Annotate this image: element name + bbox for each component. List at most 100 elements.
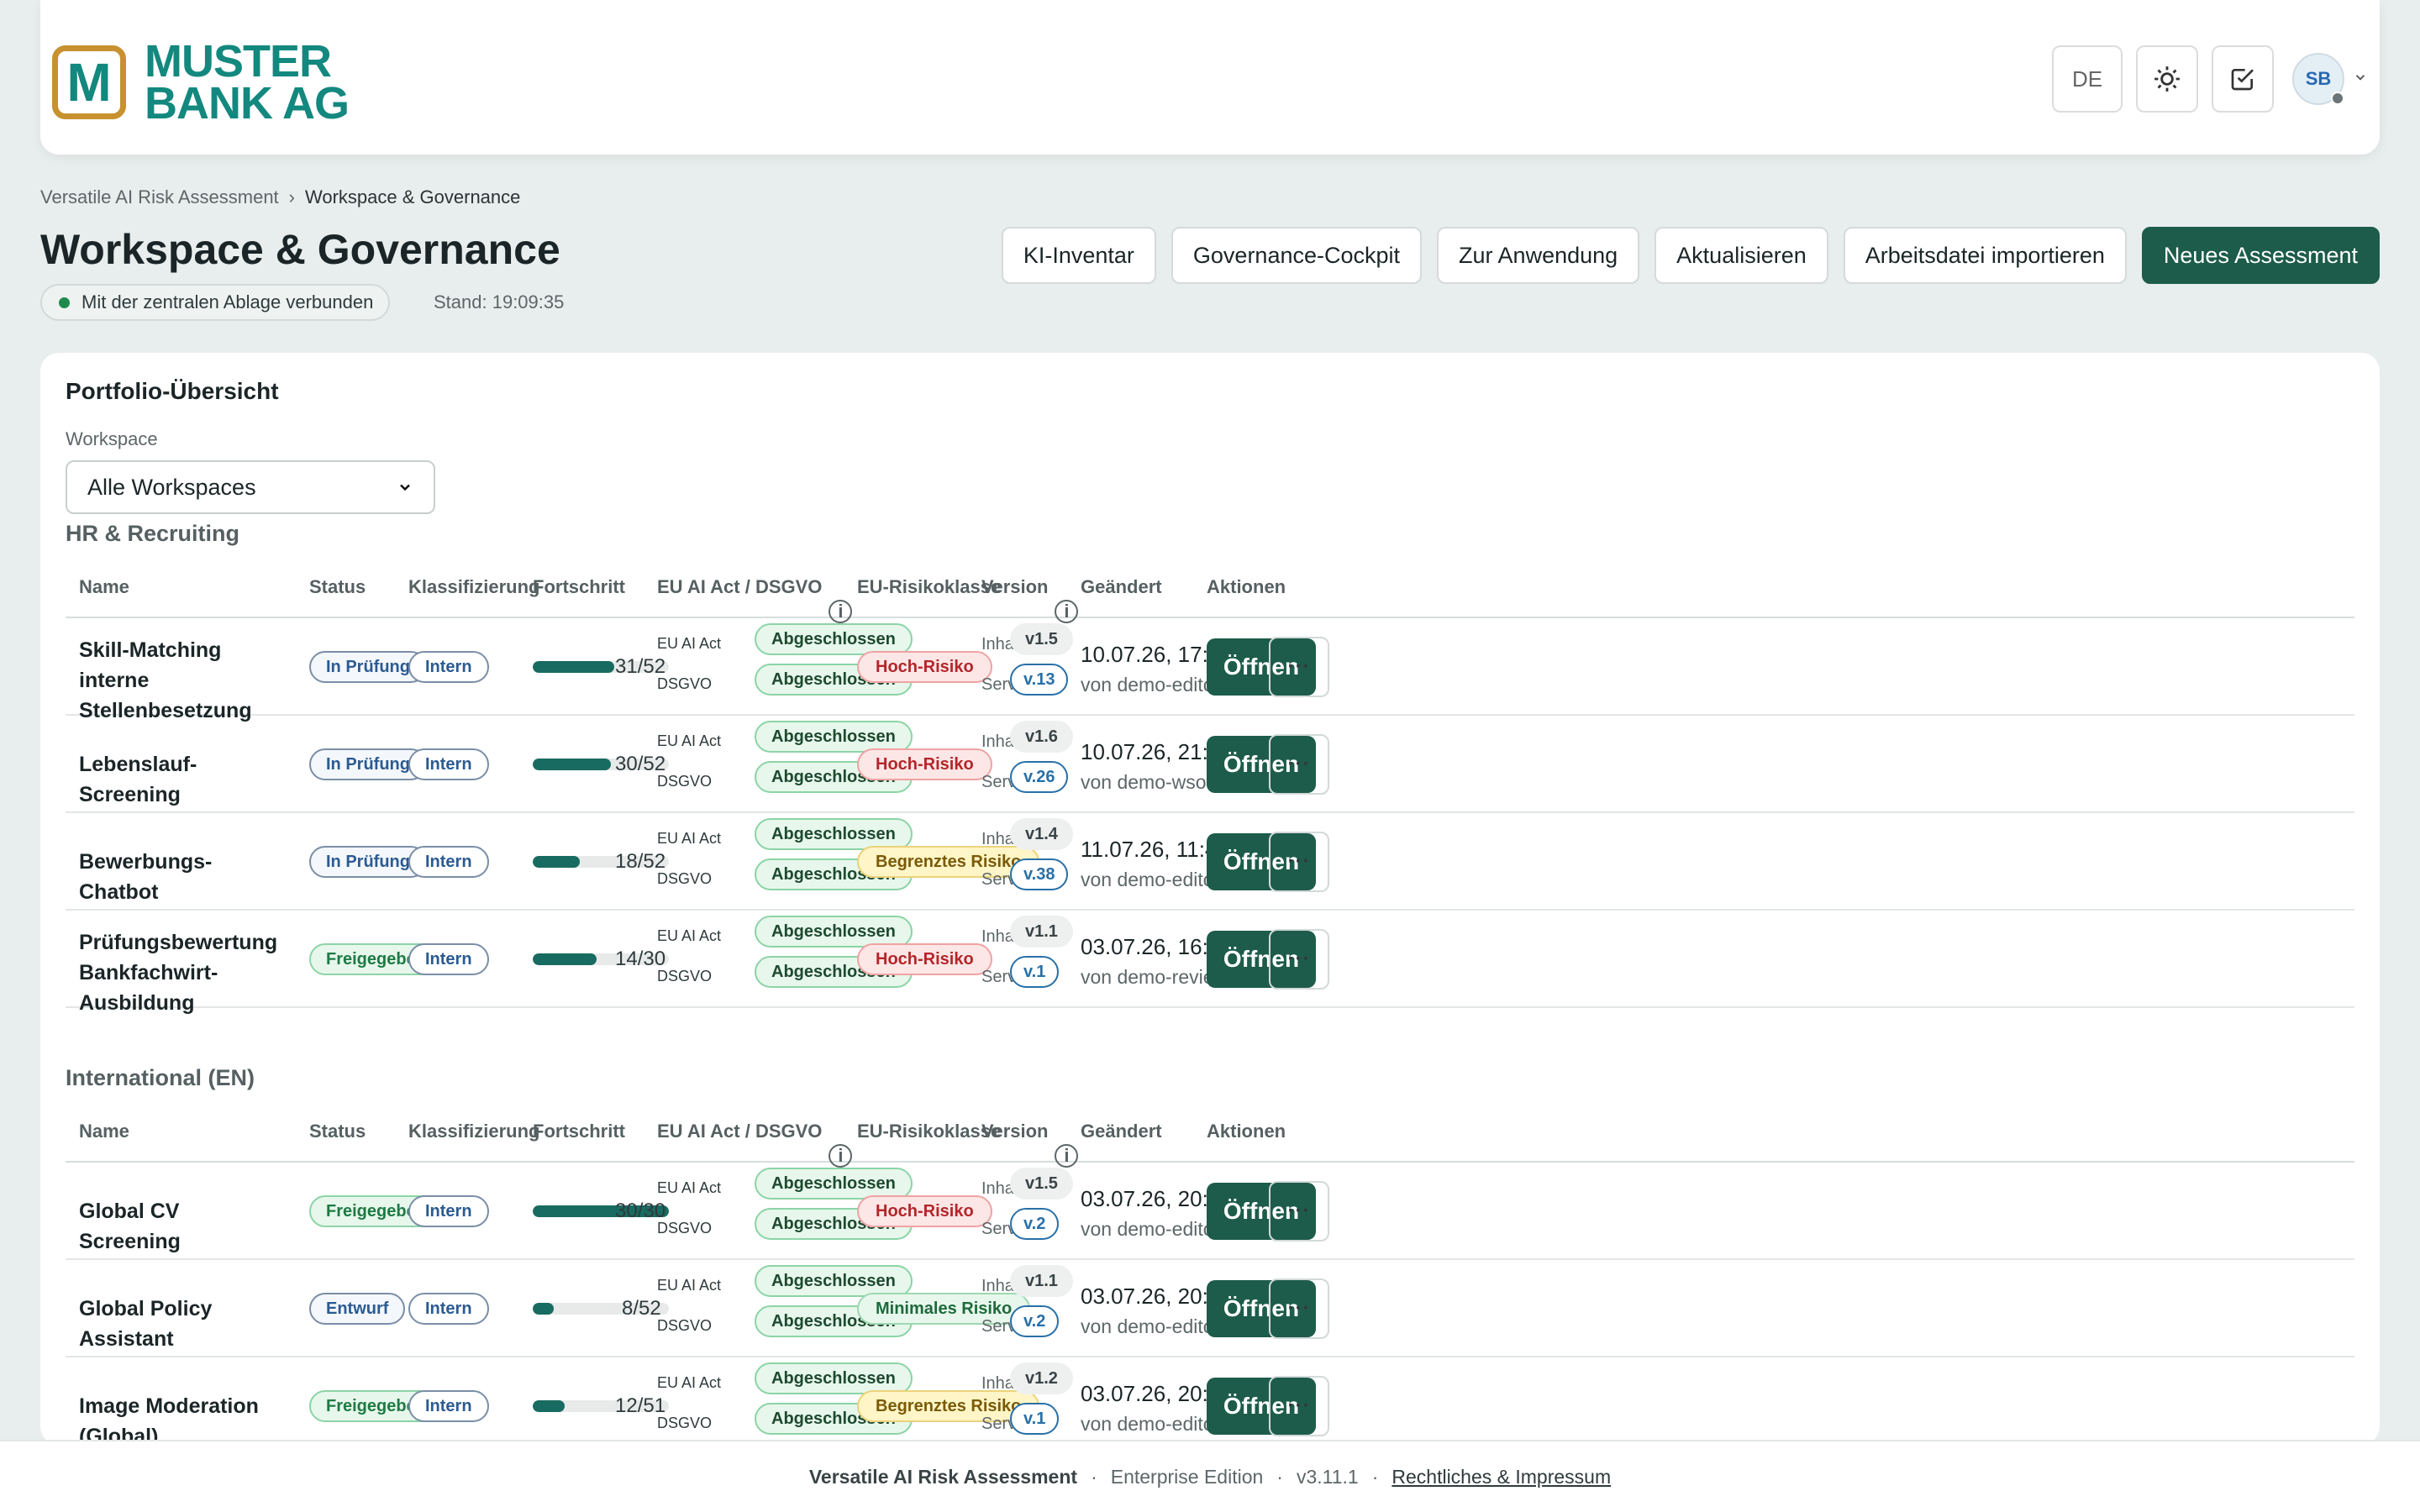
table-row[interactable]: Global Policy Assistant Entwurf Intern 8… [66,1260,2354,1357]
eu-ai-act-label: EU AI Act [657,635,722,652]
progress-fill [533,953,597,965]
group-title: International (EN) [66,1065,255,1090]
assessment-name[interactable]: Global Policy Assistant [79,1294,281,1354]
server-version-badge[interactable]: v.13 [1010,664,1069,696]
more-actions-button[interactable]: ··· [1269,929,1329,990]
server-version-badge[interactable]: v.38 [1010,858,1069,890]
workspace-select[interactable]: Alle Workspaces [66,460,435,514]
column-header-label: Version [981,1121,1049,1142]
logo-line-2: BANK AG [145,78,350,129]
dsgvo-label: DSGVO [657,968,713,984]
eu-ai-act-label: EU AI Act [657,1179,722,1196]
page-actions: KI-Inventar Governance-Cockpit Zur Anwen… [986,227,2380,284]
chevron-down-icon[interactable] [2353,70,2368,89]
footer-dot: · [1371,1465,1379,1488]
column-header-risk: EU-Risikoklasse [857,1121,1001,1142]
column-header-label: Fortschritt [533,1121,625,1142]
more-actions-button[interactable]: ··· [1269,637,1329,697]
table-row[interactable]: Bewerbungs-Chatbot In Prüfung Intern 18/… [66,813,2354,911]
eu-ai-act-label: EU AI Act [657,830,722,847]
column-header-label: EU AI Act / DSGVO [657,576,823,597]
server-version-badge[interactable]: v.26 [1010,761,1069,793]
ellipsis-icon: ··· [1287,753,1311,775]
group-title: HR & Recruiting [66,521,240,546]
more-actions-button[interactable]: ··· [1269,832,1329,892]
assessment-name[interactable]: Prüfungsbewertung Bankfachwirt-Ausbildun… [79,927,281,1018]
column-header-label: Aktionen [1207,1121,1286,1142]
workspace-select-value: Alle Workspaces [87,474,256,500]
server-version-badge[interactable]: v.2 [1010,1305,1060,1337]
more-actions-button[interactable]: ··· [1269,1278,1329,1339]
status-badge: Entwurf [309,1293,406,1325]
logo-letter: M [66,52,112,113]
table-row[interactable]: Image Moderation (Global) Freigegeben In… [66,1357,2354,1445]
timestamp: Stand: 19:09:35 [434,291,565,312]
column-header-progress: Fortschritt [533,576,625,598]
classification-badge: Intern [408,1390,489,1422]
ellipsis-icon: ··· [1287,1394,1311,1417]
zur-anwendung-button[interactable]: Zur Anwendung [1437,227,1640,284]
server-version-badge[interactable]: v.1 [1010,956,1060,988]
assessment-name[interactable]: Bewerbungs-Chatbot [79,847,281,907]
tasks-button[interactable] [2212,45,2274,113]
logo-mark: M [52,45,126,119]
governance-cockpit-button[interactable]: Governance-Cockpit [1171,227,1423,284]
eu-ai-act-label: EU AI Act [657,1277,722,1294]
status-dot [59,297,70,308]
assessment-name[interactable]: Skill-Matching interne Stellenbesetzung [79,635,281,726]
footer-version: v3.11.1 [1296,1465,1359,1488]
classification-badge: Intern [408,1195,489,1227]
breadcrumb-root[interactable]: Versatile AI Risk Assessment [40,186,279,207]
assessment-name[interactable]: Image Moderation (Global) [79,1391,281,1445]
table-row[interactable]: Skill-Matching interne Stellenbesetzung … [66,618,2354,722]
bank-logo[interactable]: M MUSTER BANK AG [52,39,350,129]
server-version-badge[interactable]: v.2 [1010,1208,1060,1240]
sun-icon [2154,66,2180,92]
user-avatar[interactable]: SB [2292,53,2344,105]
dsgvo-label: DSGVO [657,1415,713,1431]
table-row[interactable]: Global CV Screening Freigegeben Intern 3… [66,1163,2354,1260]
legal-link[interactable]: Rechtliches & Impressum [1392,1466,1611,1488]
content-version-badge: v1.6 [1010,721,1073,753]
chevron-down-icon [400,484,410,491]
content-version-badge: v1.4 [1010,818,1073,850]
ellipsis-icon: ··· [1287,655,1311,678]
column-header-label: Status [309,1121,366,1142]
server-version-badge[interactable]: v.1 [1010,1403,1060,1435]
theme-toggle-button[interactable] [2136,45,2198,113]
classification-badge: Intern [408,943,489,975]
language-button[interactable]: DE [2052,45,2123,113]
progress-text: 8/52 [622,1297,661,1320]
column-header-name: Name [79,576,129,598]
table-header: Name Status Klassifizierung Fortschritt EU A… [66,553,2354,623]
content-version-badge: v1.1 [1010,1265,1073,1297]
assessment-name[interactable]: Global CV Screening [79,1196,281,1257]
import-button[interactable]: Arbeitsdatei importieren [1843,227,2127,284]
column-header-actions: Aktionen [1207,1121,1286,1142]
table-row[interactable]: Lebenslauf-Screening In Prüfung Intern 3… [66,716,2354,813]
logo-text: MUSTER BANK AG [145,39,350,129]
risk-class-badge: Hoch-Risiko [857,748,992,780]
ellipsis-icon: ··· [1287,948,1311,970]
column-header-version: Version i [981,1121,1079,1168]
more-actions-button[interactable]: ··· [1269,734,1329,795]
column-header-label: Name [79,576,129,597]
dsgvo-label: DSGVO [657,1220,713,1236]
connection-text: Mit der zentralen Ablage verbunden [82,291,374,312]
footer-dot: · [1276,1465,1283,1488]
progress-fill [533,1303,554,1315]
more-actions-button[interactable]: ··· [1269,1181,1329,1242]
header-controls: DE SB [2039,45,2368,113]
column-header-label: EU-Risikoklasse [857,1121,1002,1142]
ki-inventar-button[interactable]: KI-Inventar [1001,227,1156,284]
assessment-name[interactable]: Lebenslauf-Screening [79,749,281,810]
column-header-label: Name [79,1121,129,1142]
more-actions-button[interactable]: ··· [1269,1376,1329,1436]
refresh-button[interactable]: Aktualisieren [1655,227,1828,284]
new-assessment-button[interactable]: Neues Assessment [2141,227,2380,284]
table-row[interactable]: Prüfungsbewertung Bankfachwirt-Ausbildun… [66,911,2354,1015]
column-header-status: Status [309,576,366,598]
ellipsis-icon: ··· [1287,850,1311,873]
classification-badge: Intern [408,1293,489,1325]
column-header-status: Status [309,1121,366,1142]
